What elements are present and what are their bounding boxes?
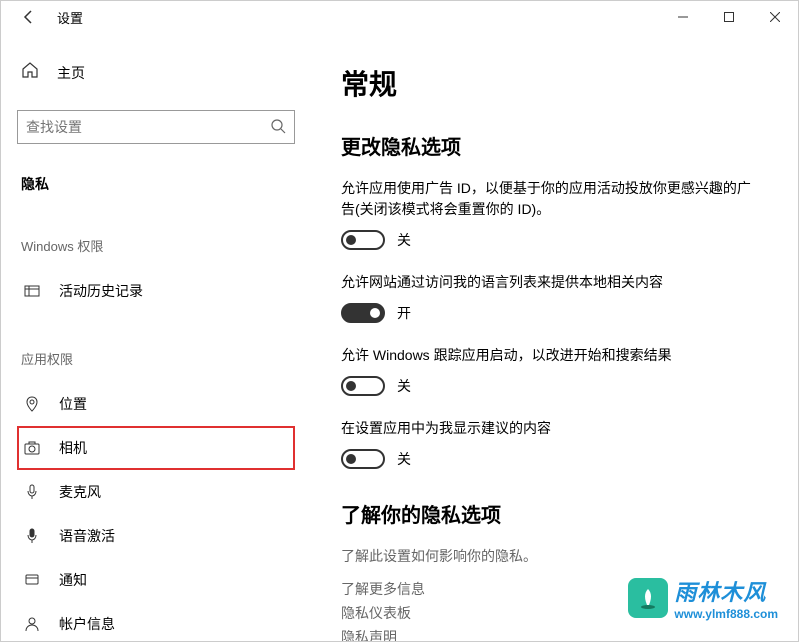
- toggle-ad-id[interactable]: [341, 230, 385, 250]
- notification-icon: [23, 572, 41, 588]
- close-button[interactable]: [752, 1, 798, 33]
- sidebar-item-label: 通知: [59, 570, 87, 590]
- search-icon: [270, 118, 286, 137]
- category-header: 隐私: [17, 168, 295, 200]
- sidebar-item-label: 麦克风: [59, 482, 101, 502]
- watermark-logo-icon: [628, 578, 668, 618]
- option-description: 在设置应用中为我显示建议的内容: [341, 418, 758, 439]
- toggle-state-label: 开: [397, 303, 411, 323]
- sidebar-item-label: 帐户信息: [59, 614, 115, 634]
- voice-icon: [23, 528, 41, 544]
- sidebar-item-microphone[interactable]: 麦克风: [17, 470, 295, 514]
- watermark-url: www.ylmf888.com: [674, 607, 778, 621]
- home-icon: [21, 61, 41, 84]
- home-label: 主页: [57, 63, 85, 83]
- sidebar-item-label: 位置: [59, 394, 87, 414]
- account-icon: [23, 616, 41, 632]
- toggle-state-label: 关: [397, 230, 411, 250]
- option-language-list: 允许网站通过访问我的语言列表来提供本地相关内容 开: [341, 272, 758, 323]
- sidebar-item-activity-history[interactable]: 活动历史记录: [17, 269, 295, 313]
- sidebar-item-location[interactable]: 位置: [17, 382, 295, 426]
- option-suggested-content: 在设置应用中为我显示建议的内容 关: [341, 418, 758, 469]
- watermark: 雨林木风 www.ylmf888.com: [628, 575, 778, 621]
- sidebar-item-label: 语音激活: [59, 526, 115, 546]
- main-content: 常规 更改隐私选项 允许应用使用广告 ID，以便基于你的应用活动投放你更感兴趣的…: [311, 33, 798, 641]
- microphone-icon: [23, 484, 41, 500]
- location-icon: [23, 396, 41, 412]
- sidebar-item-notifications[interactable]: 通知: [17, 558, 295, 602]
- option-app-launch-tracking: 允许 Windows 跟踪应用启动，以改进开始和搜索结果 关: [341, 345, 758, 396]
- group-app-permissions: 应用权限: [17, 345, 295, 372]
- sidebar-item-account-info[interactable]: 帐户信息: [17, 602, 295, 641]
- page-title: 常规: [341, 63, 758, 103]
- search-input[interactable]: [26, 119, 270, 135]
- search-box[interactable]: [17, 110, 295, 144]
- option-ad-id: 允许应用使用广告 ID，以便基于你的应用活动投放你更感兴趣的广告(关闭该模式将会…: [341, 178, 758, 250]
- sidebar-item-label: 活动历史记录: [59, 281, 143, 301]
- group-windows-permissions: Windows 权限: [17, 232, 295, 259]
- sidebar-item-voice-activation[interactable]: 语音激活: [17, 514, 295, 558]
- titlebar: 设置: [1, 1, 798, 33]
- toggle-state-label: 关: [397, 376, 411, 396]
- info-description: 了解此设置如何影响你的隐私。: [341, 546, 758, 566]
- option-description: 允许网站通过访问我的语言列表来提供本地相关内容: [341, 272, 758, 293]
- activity-icon: [23, 283, 41, 299]
- section-learn-privacy: 了解你的隐私选项: [341, 499, 758, 528]
- camera-icon: [23, 440, 41, 456]
- window-title: 设置: [57, 8, 83, 27]
- window-controls: [660, 1, 798, 33]
- home-link[interactable]: 主页: [17, 53, 295, 92]
- watermark-title: 雨林木风: [674, 575, 778, 607]
- sidebar-item-label: 相机: [59, 438, 87, 458]
- sidebar-item-camera[interactable]: 相机: [17, 426, 295, 470]
- section-privacy-options: 更改隐私选项: [341, 131, 758, 160]
- option-description: 允许 Windows 跟踪应用启动，以改进开始和搜索结果: [341, 345, 758, 366]
- sidebar: 主页 隐私 Windows 权限 活动历史记录 应用权限 位置: [1, 33, 311, 641]
- toggle-suggested-content[interactable]: [341, 449, 385, 469]
- back-button[interactable]: [9, 1, 49, 33]
- link-privacy-statement[interactable]: 隐私声明: [341, 626, 758, 641]
- toggle-language-list[interactable]: [341, 303, 385, 323]
- toggle-app-launch-tracking[interactable]: [341, 376, 385, 396]
- toggle-state-label: 关: [397, 449, 411, 469]
- option-description: 允许应用使用广告 ID，以便基于你的应用活动投放你更感兴趣的广告(关闭该模式将会…: [341, 178, 758, 220]
- maximize-button[interactable]: [706, 1, 752, 33]
- minimize-button[interactable]: [660, 1, 706, 33]
